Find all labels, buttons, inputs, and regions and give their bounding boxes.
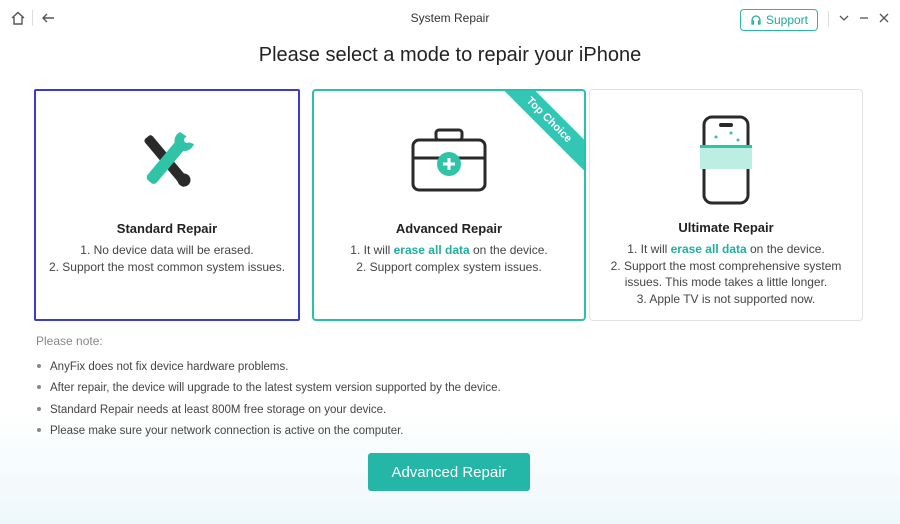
highlight-text: erase all data <box>670 242 747 256</box>
support-button[interactable]: Support <box>740 9 818 31</box>
close-icon[interactable] <box>874 8 894 28</box>
card-line: 2. Support the most common system issues… <box>48 259 286 274</box>
toolbox-icon <box>314 111 584 211</box>
wrench-screwdriver-icon <box>36 111 298 211</box>
card-line: 1. It will erase all data on the device. <box>600 241 852 258</box>
phone-scan-icon <box>590 110 862 210</box>
line-text: on the device. <box>746 242 825 256</box>
note-item: After repair, the device will upgrade to… <box>36 379 501 400</box>
line-text: 1. It will <box>350 243 394 257</box>
card-line: 1. No device data will be erased. <box>80 243 254 257</box>
title-bar-divider-2 <box>828 11 829 27</box>
title-bar: System Repair Support <box>0 0 900 38</box>
advanced-repair-card[interactable]: Top Choice Advanced Repair 1. It will er… <box>312 89 586 321</box>
card-line: 3. Apple TV is not supported now. <box>636 291 816 306</box>
headset-icon <box>751 15 761 25</box>
note-list: AnyFix does not fix device hardware prob… <box>36 358 501 443</box>
card-title: Ultimate Repair <box>678 220 774 235</box>
page-title: Please select a mode to repair your iPho… <box>258 44 642 66</box>
ultimate-repair-card[interactable]: Ultimate Repair 1. It will erase all dat… <box>589 89 863 321</box>
support-label: Support <box>765 13 809 27</box>
line-text: 1. It will <box>627 242 671 256</box>
card-description: 1. It will erase all data on the device.… <box>324 242 574 275</box>
note-item: Standard Repair needs at least 800M free… <box>36 401 501 422</box>
line-text: on the device. <box>469 243 548 257</box>
card-description: 1. No device data will be erased. 2. Sup… <box>46 242 288 275</box>
card-description: 1. It will erase all data on the device.… <box>600 241 852 307</box>
note-item: AnyFix does not fix device hardware prob… <box>36 358 501 379</box>
note-title: Please note: <box>36 334 103 348</box>
card-line: 2. Support the most comprehensive system… <box>610 258 842 290</box>
card-title: Advanced Repair <box>395 221 503 236</box>
card-line: 1. It will erase all data on the device. <box>324 242 574 259</box>
standard-repair-card[interactable]: Standard Repair 1. No device data will b… <box>34 89 300 321</box>
highlight-text: erase all data <box>393 243 470 257</box>
card-title: Standard Repair <box>116 221 218 236</box>
note-item: Please make sure your network connection… <box>36 422 501 443</box>
minimize-icon[interactable] <box>854 8 874 28</box>
chevron-down-icon[interactable] <box>834 8 854 28</box>
advanced-repair-button[interactable]: Advanced Repair <box>368 453 530 491</box>
card-line: 2. Support complex system issues. <box>356 259 542 274</box>
